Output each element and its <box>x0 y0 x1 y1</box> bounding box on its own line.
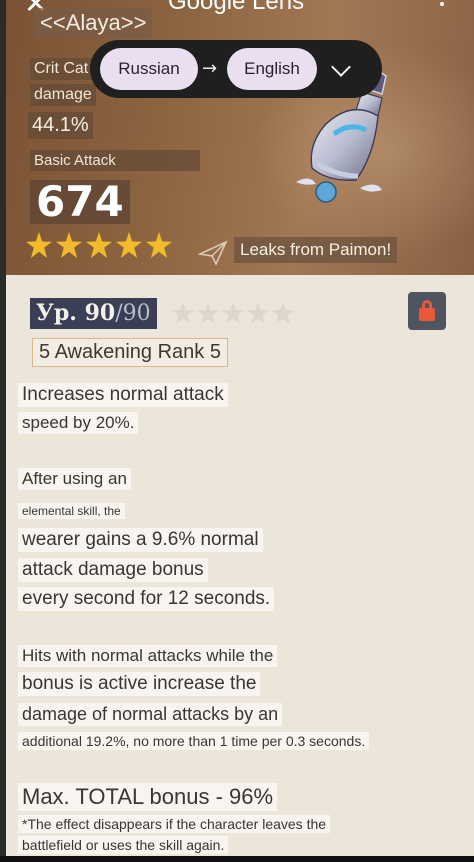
left-edge-strip <box>0 0 6 862</box>
bottom-edge-strip <box>0 856 474 862</box>
level-prefix: Ур. <box>36 300 77 326</box>
description-line: additional 19.2%, no more than 1 time pe… <box>18 732 370 750</box>
description-line: every second for 12 seconds. <box>18 587 275 611</box>
description-line: Hits with normal attacks while the <box>18 645 278 667</box>
refinement-stars <box>172 302 294 324</box>
more-options-icon[interactable] <box>440 0 446 16</box>
description-line: speed by 20%. <box>18 412 139 434</box>
basic-attack-value: 674 <box>30 180 130 224</box>
description-line: Increases normal attack <box>18 383 228 407</box>
description-line: damage of normal attacks by an <box>18 703 283 726</box>
description-line: battlefield or uses the skill again. <box>18 836 229 854</box>
app-title: Google Lens <box>168 0 305 15</box>
description-line: *The effect disappears if the character … <box>18 815 331 833</box>
secondary-stat-value: 44.1% <box>28 112 93 139</box>
level-max: /90 <box>115 301 151 326</box>
weapon-level-badge: Ур. 90/90 <box>30 298 157 329</box>
awakening-rank: 5 Awakening Rank 5 <box>32 338 228 367</box>
empty-star-icon <box>197 302 219 324</box>
description-line: After using an <box>18 468 131 490</box>
leaks-watermark: Leaks from Paimon! <box>234 237 398 263</box>
empty-star-icon <box>172 302 194 324</box>
paper-plane-icon <box>198 240 228 266</box>
star-icon <box>56 232 82 258</box>
empty-star-icon <box>247 302 269 324</box>
empty-star-icon <box>222 302 244 324</box>
weapon-name: <<Alaya>> <box>34 8 153 38</box>
description-line: attack damage bonus <box>18 558 208 582</box>
star-icon <box>116 232 142 258</box>
swap-languages-arrow-icon[interactable]: → <box>202 58 217 79</box>
basic-attack-label: Basic Attack <box>30 150 200 171</box>
chevron-down-icon[interactable] <box>331 57 351 77</box>
star-icon <box>146 232 172 258</box>
star-icon <box>86 232 112 258</box>
description-line: elemental skill, the <box>18 503 125 519</box>
lock-icon-body <box>419 308 435 321</box>
level-current: 90 <box>84 300 116 326</box>
star-rating <box>26 232 172 258</box>
secondary-stat-label: Crit Cat <box>30 58 93 80</box>
empty-star-icon <box>272 302 294 324</box>
lock-button[interactable] <box>408 292 446 330</box>
star-icon <box>26 232 52 258</box>
target-language-button[interactable]: English <box>227 48 317 90</box>
secondary-stat-label-continued: damage <box>30 84 96 106</box>
description-line: Max. TOTAL bonus - 96% <box>18 783 278 811</box>
description-line: wearer gains a 9.6% normal <box>18 528 263 552</box>
source-language-button[interactable]: Russian <box>100 48 198 90</box>
description-line: bonus is active increase the <box>18 672 261 696</box>
translate-language-bar: Russian → English <box>90 40 382 98</box>
